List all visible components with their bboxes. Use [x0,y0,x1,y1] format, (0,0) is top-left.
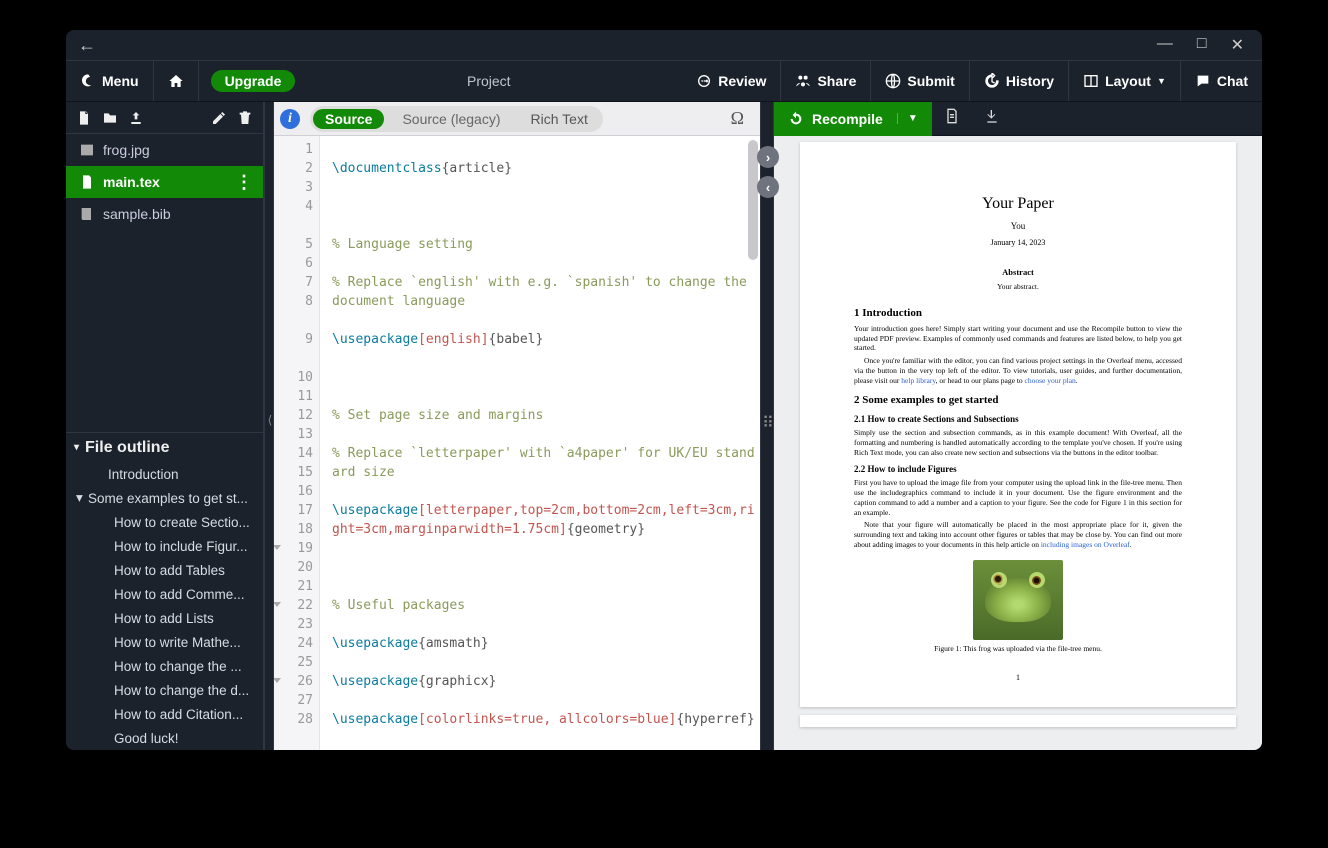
maximize-icon[interactable]: □ [1197,35,1207,55]
home-button[interactable] [154,61,199,101]
outline-body: Introduction ▾Some examples to get st...… [66,462,263,750]
book-icon [79,206,95,222]
preview-column: Recompile ▼ Your Paper You January 14, 2… [774,102,1262,750]
frog-image [973,560,1063,640]
upload-icon[interactable] [128,110,144,126]
new-folder-icon[interactable] [102,110,118,126]
rename-icon[interactable] [211,110,227,126]
back-icon[interactable]: ← [78,35,96,56]
layout-icon [1083,73,1099,89]
code-content[interactable]: \documentclass{article} % Language setti… [320,136,760,750]
home-icon [168,73,184,89]
paper-author: You [854,221,1182,233]
file-item-sample[interactable]: sample.bib [66,198,263,230]
history-icon [984,73,1000,89]
outline-item[interactable]: How to add Comme... [66,582,263,606]
outline-item[interactable]: How to add Citation... [66,702,263,726]
submit-button[interactable]: Submit [871,61,969,101]
titlebar: ← — □ ✕ [66,30,1262,60]
editor-mode-tabs: Source Source (legacy) Rich Text [310,106,603,132]
app-window: ← — □ ✕ Menu Upgrade Project Review Shar… [66,30,1262,750]
line-gutter: 1234567891011121314151617181920212223242… [274,136,320,750]
tab-source[interactable]: Source [313,109,384,129]
review-icon [696,73,712,89]
pdf-page-2 [800,715,1236,727]
refresh-icon [788,111,804,127]
preview-toolbar: Recompile ▼ [774,102,1262,136]
delete-icon[interactable] [237,110,253,126]
file-icon [79,174,95,190]
info-icon[interactable]: i [280,109,300,129]
upgrade-button[interactable]: Upgrade [211,70,296,92]
chevron-down-icon: ▾ [76,490,88,506]
editor-column: i Source Source (legacy) Rich Text Ω 123… [274,102,760,750]
history-button[interactable]: History [970,61,1069,101]
code-editor[interactable]: 1234567891011121314151617181920212223242… [274,136,760,750]
chat-button[interactable]: Chat [1181,61,1262,101]
chevron-down-icon: ▾ [74,442,79,453]
chevron-down-icon: ▼ [1157,76,1166,86]
file-item-main[interactable]: main.tex [66,166,263,198]
outline-item[interactable]: Introduction [66,462,263,486]
outline-item[interactable]: How to change the d... [66,678,263,702]
close-icon[interactable]: ✕ [1231,35,1244,55]
logs-icon[interactable] [932,108,972,129]
tab-rich-text[interactable]: Rich Text [519,109,600,129]
outline-item[interactable]: How to create Sectio... [66,510,263,534]
overleaf-icon [80,73,96,89]
symbol-palette-icon[interactable]: Ω [721,108,754,129]
image-icon [79,142,95,158]
pdf-page-1: Your Paper You January 14, 2023 Abstract… [800,142,1236,707]
share-icon [795,73,811,89]
menu-button[interactable]: Menu [66,61,154,101]
outline-item[interactable]: ▾Some examples to get st... [66,486,263,510]
outline-item[interactable]: Good luck! [66,726,263,750]
chevron-down-icon[interactable]: ▼ [897,113,918,124]
chat-icon [1195,73,1211,89]
layout-button[interactable]: Layout ▼ [1069,61,1181,101]
recompile-button[interactable]: Recompile ▼ [774,102,932,136]
outline-item[interactable]: How to add Lists [66,606,263,630]
outline-item[interactable]: How to include Figur... [66,534,263,558]
submit-icon [885,73,901,89]
project-title[interactable]: Project [295,61,682,101]
file-toolbar [66,102,263,134]
review-button[interactable]: Review [682,61,781,101]
paper-date: January 14, 2023 [854,238,1182,248]
new-file-icon[interactable] [76,110,92,126]
outline-item[interactable]: How to write Mathe... [66,630,263,654]
paper-title: Your Paper [854,194,1182,215]
download-icon[interactable] [972,108,1012,129]
splitter[interactable]: › ‹ ⠿ [760,102,774,750]
file-item-frog[interactable]: frog.jpg [66,134,263,166]
outline-item[interactable]: How to add Tables [66,558,263,582]
file-panel: frog.jpg main.tex sample.bib ▾ File outl… [66,102,264,750]
minimize-icon[interactable]: — [1157,35,1173,55]
top-toolbar: Menu Upgrade Project Review Share Submit… [66,60,1262,102]
outline-item[interactable]: How to change the ... [66,654,263,678]
share-button[interactable]: Share [781,61,871,101]
tab-source-legacy[interactable]: Source (legacy) [390,109,512,129]
pdf-viewport[interactable]: Your Paper You January 14, 2023 Abstract… [774,136,1262,750]
left-rail[interactable]: ⟨ [264,102,274,750]
main-area: frog.jpg main.tex sample.bib ▾ File outl… [66,102,1262,750]
menu-label: Menu [102,73,139,89]
outline-header[interactable]: ▾ File outline [66,432,263,462]
editor-toolbar: i Source Source (legacy) Rich Text Ω [274,102,760,136]
